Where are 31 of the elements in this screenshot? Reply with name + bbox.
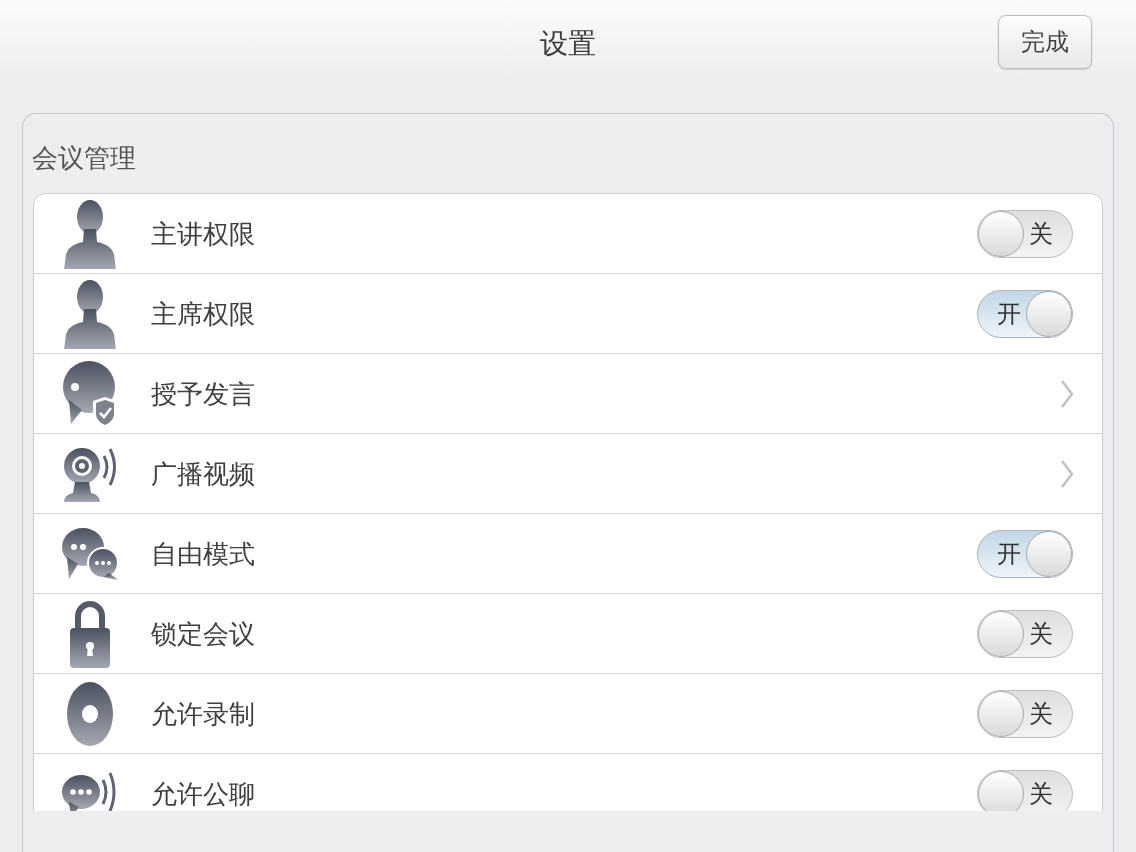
setting-label: 锁定会议	[151, 617, 255, 650]
setting-label: 自由模式	[151, 537, 255, 570]
toggle-switch[interactable]: 关	[977, 609, 1073, 658]
toggle-knob	[1026, 290, 1072, 337]
done-button[interactable]: 完成	[998, 15, 1092, 69]
setting-label: 授予发言	[151, 377, 255, 410]
disc-icon	[66, 680, 114, 747]
toggle-switch[interactable]: 关	[977, 209, 1073, 258]
toggle-switch[interactable]: 关	[977, 770, 1073, 811]
toggle-knob	[978, 771, 1024, 811]
chevron-right-icon	[1060, 458, 1074, 489]
setting-label: 主席权限	[151, 297, 255, 330]
person-icon	[63, 278, 117, 349]
toggle-switch[interactable]: 开	[977, 289, 1073, 338]
toggle-knob	[978, 610, 1024, 657]
setting-label: 广播视频	[151, 457, 255, 490]
person-icon	[63, 198, 117, 269]
setting-label: 允许录制	[151, 697, 255, 730]
toggle-knob	[1026, 530, 1072, 577]
section-title: 会议管理	[32, 142, 136, 174]
setting-label: 主讲权限	[151, 217, 255, 250]
chat-bubbles-icon	[61, 526, 119, 581]
toggle-knob	[978, 210, 1024, 257]
toggle-switch[interactable]: 关	[977, 689, 1073, 738]
chevron-right-icon	[1060, 378, 1074, 409]
speech-bubble-shield-icon	[62, 359, 118, 428]
setting-label: 允许公聊	[151, 778, 255, 810]
toggle-knob	[978, 690, 1024, 737]
toggle-switch[interactable]: 开	[977, 529, 1073, 578]
page-title: 设置	[540, 27, 596, 61]
padlock-icon	[70, 599, 110, 668]
